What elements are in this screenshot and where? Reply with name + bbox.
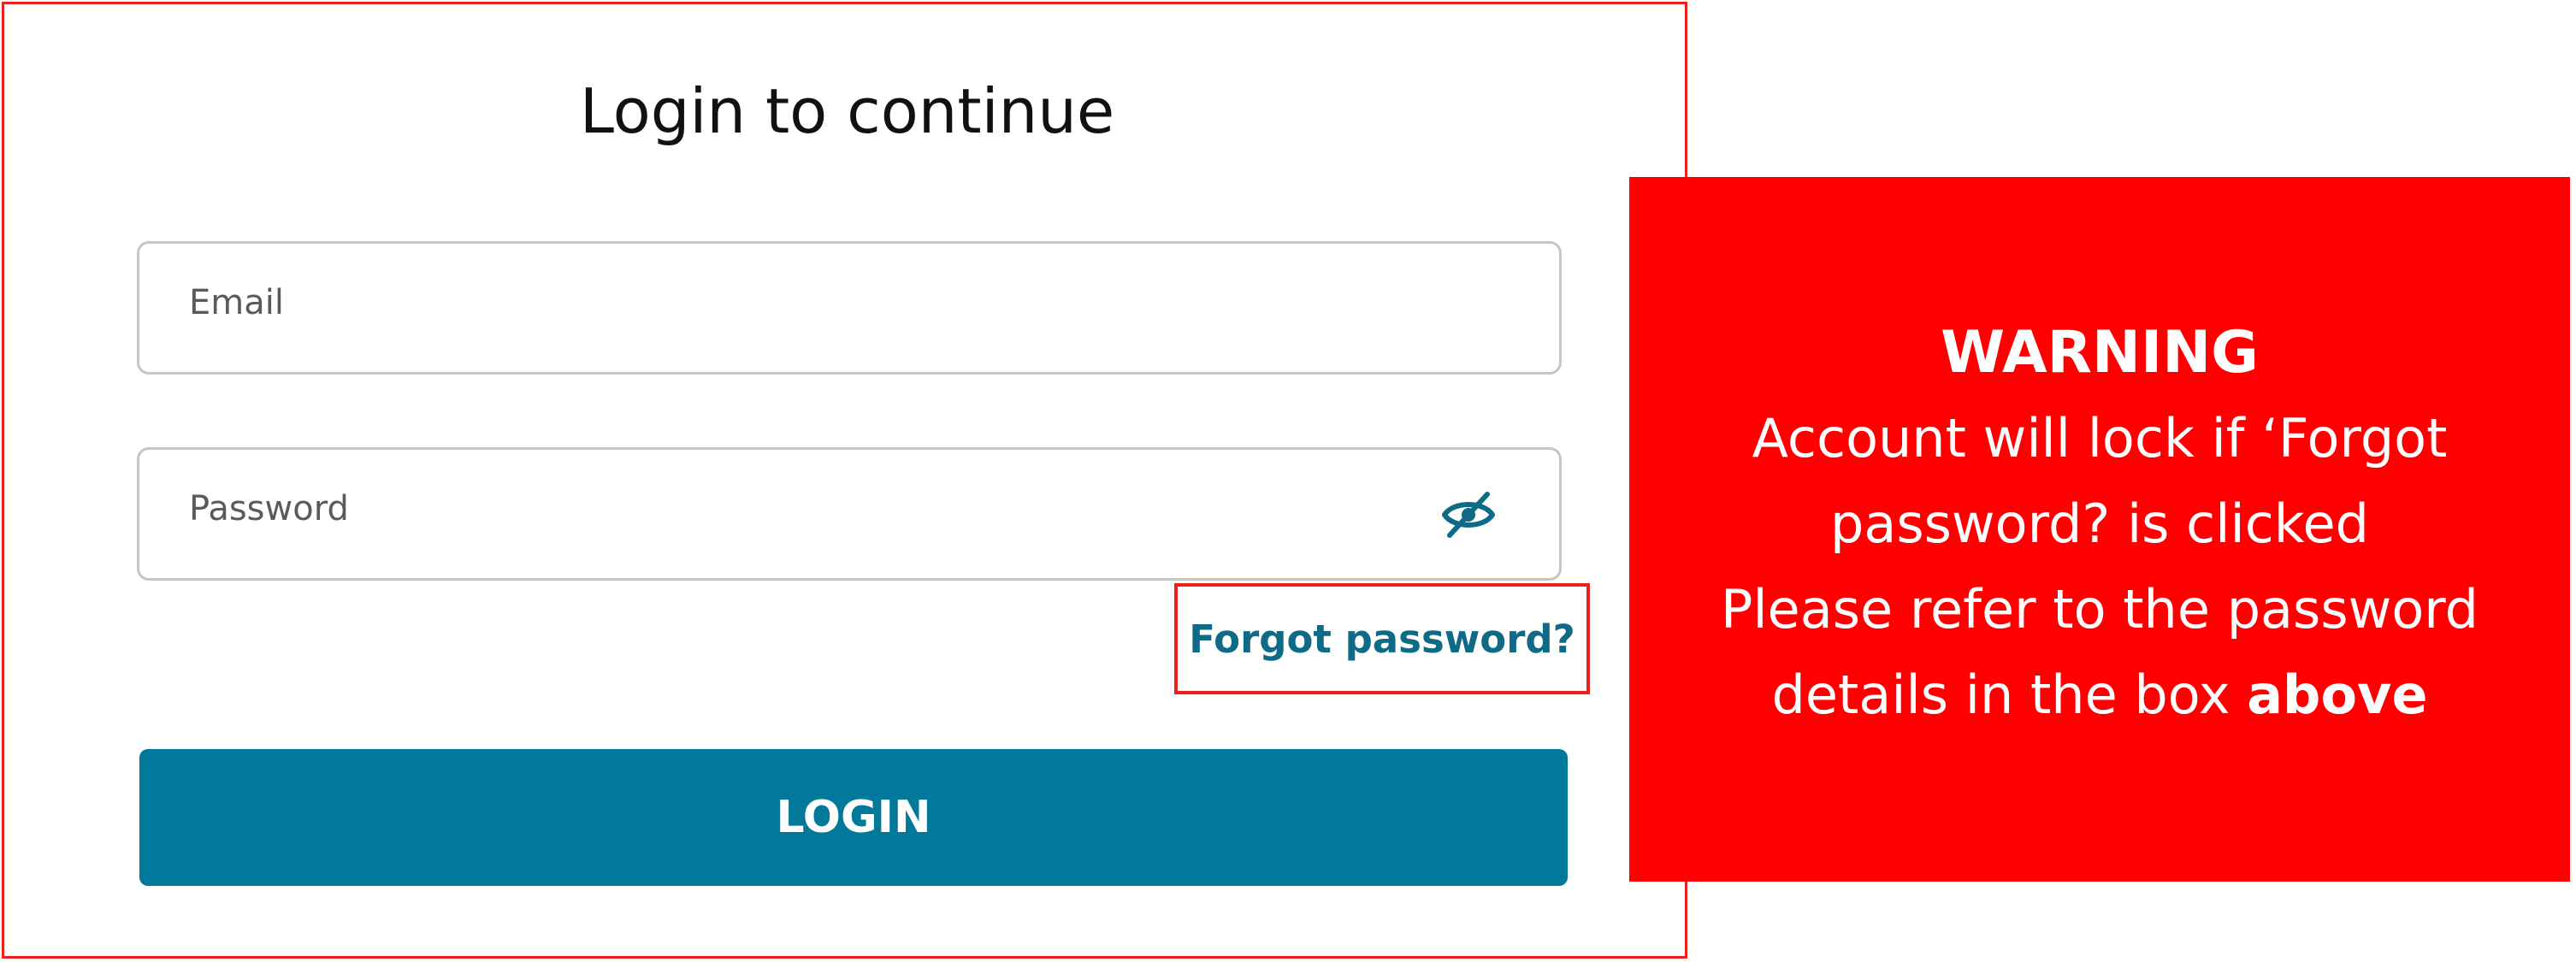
login-card: Login to continue Forgot password? LOGIN xyxy=(2,2,1687,959)
warning-line-4: details in the box above xyxy=(1771,652,2427,738)
forgot-password-highlight: Forgot password? xyxy=(1174,583,1590,694)
page-title: Login to continue xyxy=(579,75,1115,147)
email-field[interactable] xyxy=(189,244,1429,372)
warning-line-4-text: details in the box xyxy=(1771,664,2248,726)
forgot-password-link[interactable]: Forgot password? xyxy=(1178,587,1586,691)
eye-slash-icon[interactable] xyxy=(1439,489,1498,540)
warning-line-3: Please refer to the password xyxy=(1720,578,2479,640)
password-field[interactable] xyxy=(189,450,1429,578)
password-field-container xyxy=(137,447,1562,581)
email-field-container xyxy=(137,241,1562,375)
warning-emphasis: above xyxy=(2247,664,2428,726)
warning-title: WARNING xyxy=(1941,319,2259,387)
warning-callout: WARNING Account will lock if ‘Forgot pas… xyxy=(1629,177,2570,882)
warning-line-2: password? is clicked xyxy=(1829,493,2370,555)
warning-line-1: Account will lock if ‘Forgot xyxy=(1752,407,2448,469)
page: Login to continue Forgot password? LOGIN… xyxy=(0,0,2576,962)
login-button[interactable]: LOGIN xyxy=(139,749,1568,886)
